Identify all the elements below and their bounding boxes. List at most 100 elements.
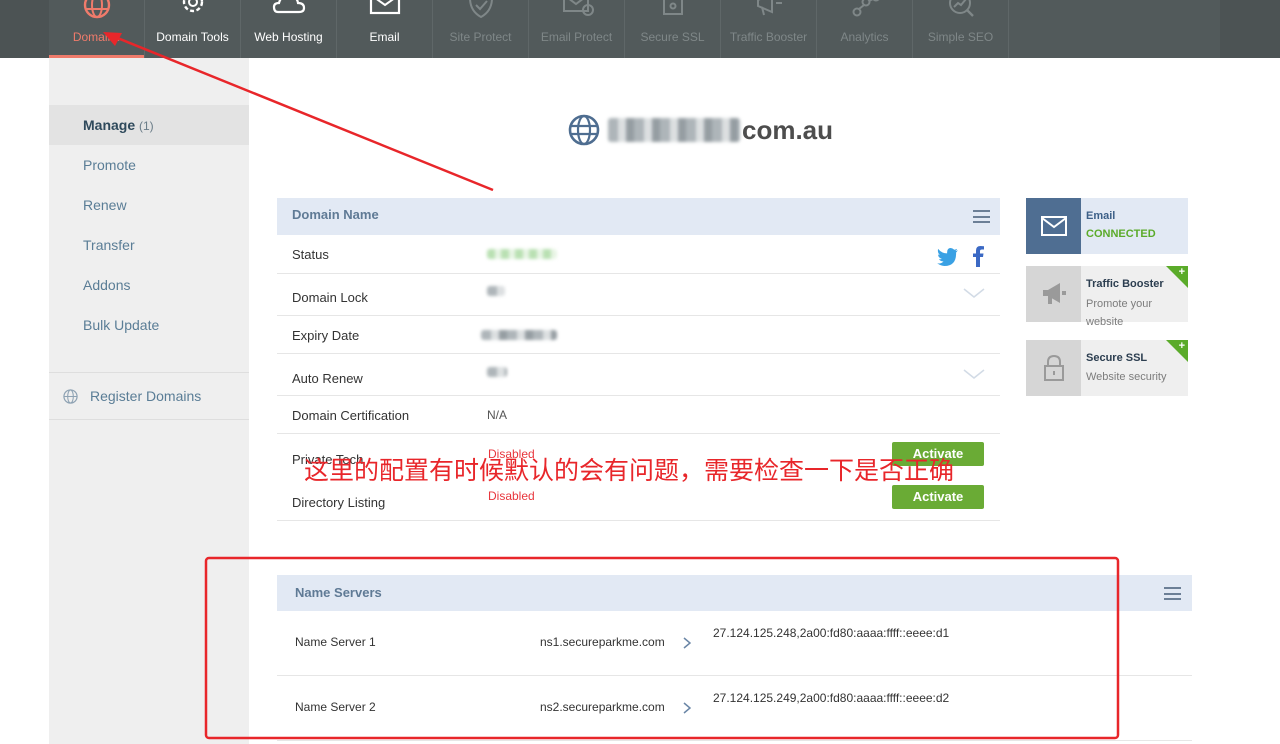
sidebar-item-manage[interactable]: Manage (1) — [49, 105, 249, 145]
nav-web-hosting[interactable]: Web Hosting — [241, 0, 337, 58]
nav-domains[interactable]: Domains — [49, 0, 145, 58]
status-value-redacted — [487, 249, 557, 259]
lock-value-redacted — [487, 286, 505, 296]
domain-name-redacted — [608, 118, 740, 142]
ns-label: Name Server 1 — [295, 635, 376, 649]
panel-header: Domain Name — [277, 198, 1000, 235]
nav-label-email: Email — [369, 30, 400, 44]
sidebar-item-promote[interactable]: Promote — [49, 145, 249, 185]
sidebar-item-label: Manage — [83, 117, 136, 133]
cert-value: N/A — [487, 408, 508, 422]
nav-label-simple-seo: Simple SEO — [927, 30, 994, 44]
shield-icon — [468, 0, 493, 19]
globe-icon — [83, 0, 110, 19]
envelope-icon — [369, 0, 400, 15]
nav-label-secure-ssl: Secure SSL — [640, 30, 705, 44]
row-auto-renew: Auto Renew — [277, 354, 1000, 396]
name-server-row[interactable]: Name Server 1 ns1.secureparkme.com 27.12… — [277, 611, 1192, 676]
widget-traffic-booster[interactable]: + Traffic Booster Promote your website — [1026, 266, 1188, 328]
widget-title: Secure SSL — [1086, 352, 1148, 364]
ns-ip: 27.124.125.249,2a00:fd80:aaaa:ffff::eeee… — [713, 691, 950, 705]
row-domain-certification: Domain Certification N/A — [277, 396, 1000, 434]
row-expiry-date: Expiry Date — [277, 316, 1000, 354]
facebook-icon[interactable] — [972, 245, 984, 267]
row-label: Domain Certification — [292, 408, 410, 423]
sidebar-item-transfer[interactable]: Transfer — [49, 225, 249, 265]
nav-analytics[interactable]: Analytics — [817, 0, 913, 58]
magnifier-chart-icon — [948, 0, 974, 17]
hamburger-menu-icon[interactable] — [1164, 587, 1181, 600]
network-icon — [852, 0, 879, 17]
widget-secure-ssl[interactable]: + Secure SSL Website security — [1026, 340, 1188, 396]
hamburger-menu-icon[interactable] — [973, 210, 990, 223]
sidebar-item-bulk-update[interactable]: Bulk Update — [49, 305, 249, 345]
top-nav: Domains Domain Tools Web Hosting Email S… — [0, 0, 1280, 58]
widget-title: Traffic Booster — [1086, 278, 1164, 290]
chevron-right-icon[interactable] — [683, 702, 691, 714]
widget-title: Email — [1086, 210, 1116, 222]
page-title: com.au — [568, 112, 833, 148]
row-label: Expiry Date — [292, 328, 360, 343]
chevron-down-icon[interactable] — [963, 369, 985, 379]
nav-simple-seo[interactable]: Simple SEO — [913, 0, 1009, 58]
directory-status: Disabled — [488, 489, 535, 503]
annotation-note: 这里的配置有时候默认的会有问题，需要检查一下是否正确 — [304, 456, 955, 485]
widget-subtitle: Website security — [1086, 371, 1167, 383]
name-server-row[interactable]: Name Server 2 ns2.secureparkme.com 27.12… — [277, 676, 1192, 741]
nav-site-protect[interactable]: Site Protect — [433, 0, 529, 58]
chevron-down-icon[interactable] — [963, 288, 985, 298]
nav-label-site-protect: Site Protect — [449, 30, 512, 44]
globe-icon — [63, 389, 78, 404]
domain-suffix: com.au — [742, 114, 834, 145]
panel-title: Name Servers — [295, 585, 382, 600]
nav-label-web-hosting: Web Hosting — [254, 30, 323, 44]
envelope-icon — [1040, 216, 1067, 236]
nav-frame-right — [1220, 0, 1280, 58]
row-domain-lock: Domain Lock — [277, 274, 1000, 316]
widget-icon-box — [1026, 198, 1081, 254]
envelope-check-icon — [562, 0, 594, 16]
row-label: Status — [292, 247, 329, 262]
nav-traffic-booster[interactable]: Traffic Booster — [721, 0, 817, 58]
sidebar-register-label: Register Domains — [90, 388, 202, 404]
plus-icon: + — [1178, 340, 1185, 352]
nav-secure-ssl[interactable]: Secure SSL — [625, 0, 721, 58]
twitter-icon[interactable] — [937, 248, 959, 266]
nav-email-protect[interactable]: Email Protect — [529, 0, 625, 58]
nav-email[interactable]: Email — [337, 0, 433, 58]
widget-icon-box — [1026, 266, 1081, 322]
nav-label-analytics: Analytics — [840, 30, 889, 44]
nav-label-email-protect: Email Protect — [540, 30, 613, 44]
panel-header: Name Servers — [277, 575, 1192, 611]
autorenew-value-redacted — [487, 367, 507, 377]
widget-subtitle: Promote your website — [1086, 298, 1153, 328]
row-label: Domain Lock — [292, 290, 368, 305]
widget-email[interactable]: Email CONNECTED — [1026, 198, 1188, 254]
nav-label-traffic-booster: Traffic Booster — [729, 30, 808, 44]
nav-domain-tools[interactable]: Domain Tools — [145, 0, 241, 58]
lock-icon — [662, 0, 683, 15]
megaphone-icon — [756, 0, 782, 16]
lock-icon — [1043, 355, 1064, 381]
expiry-value-redacted — [481, 330, 557, 340]
nav-label-domains: Domains — [72, 30, 121, 44]
ns-ip: 27.124.125.248,2a00:fd80:aaaa:ffff::eeee… — [713, 626, 950, 640]
globe-icon — [568, 114, 600, 146]
nav-frame-left — [0, 0, 49, 58]
sidebar-item-register-domains[interactable]: Register Domains — [49, 373, 249, 420]
sidebar: Manage (1) Promote Renew Transfer Addons… — [49, 58, 249, 744]
megaphone-icon — [1042, 283, 1066, 304]
ns-label: Name Server 2 — [295, 700, 376, 714]
nav-label-domain-tools: Domain Tools — [156, 30, 229, 44]
sidebar-item-count: (1) — [139, 119, 154, 133]
plus-icon: + — [1178, 266, 1185, 278]
widget-status: CONNECTED — [1086, 228, 1156, 240]
row-label: Auto Renew — [292, 371, 363, 386]
ns-host: ns2.secureparkme.com — [540, 700, 665, 714]
sidebar-item-renew[interactable]: Renew — [49, 185, 249, 225]
sidebar-item-addons[interactable]: Addons — [49, 265, 249, 305]
row-status: Status — [277, 235, 1000, 274]
chevron-right-icon[interactable] — [683, 637, 691, 649]
cloud-icon — [272, 0, 305, 14]
row-label: Directory Listing — [292, 495, 386, 510]
